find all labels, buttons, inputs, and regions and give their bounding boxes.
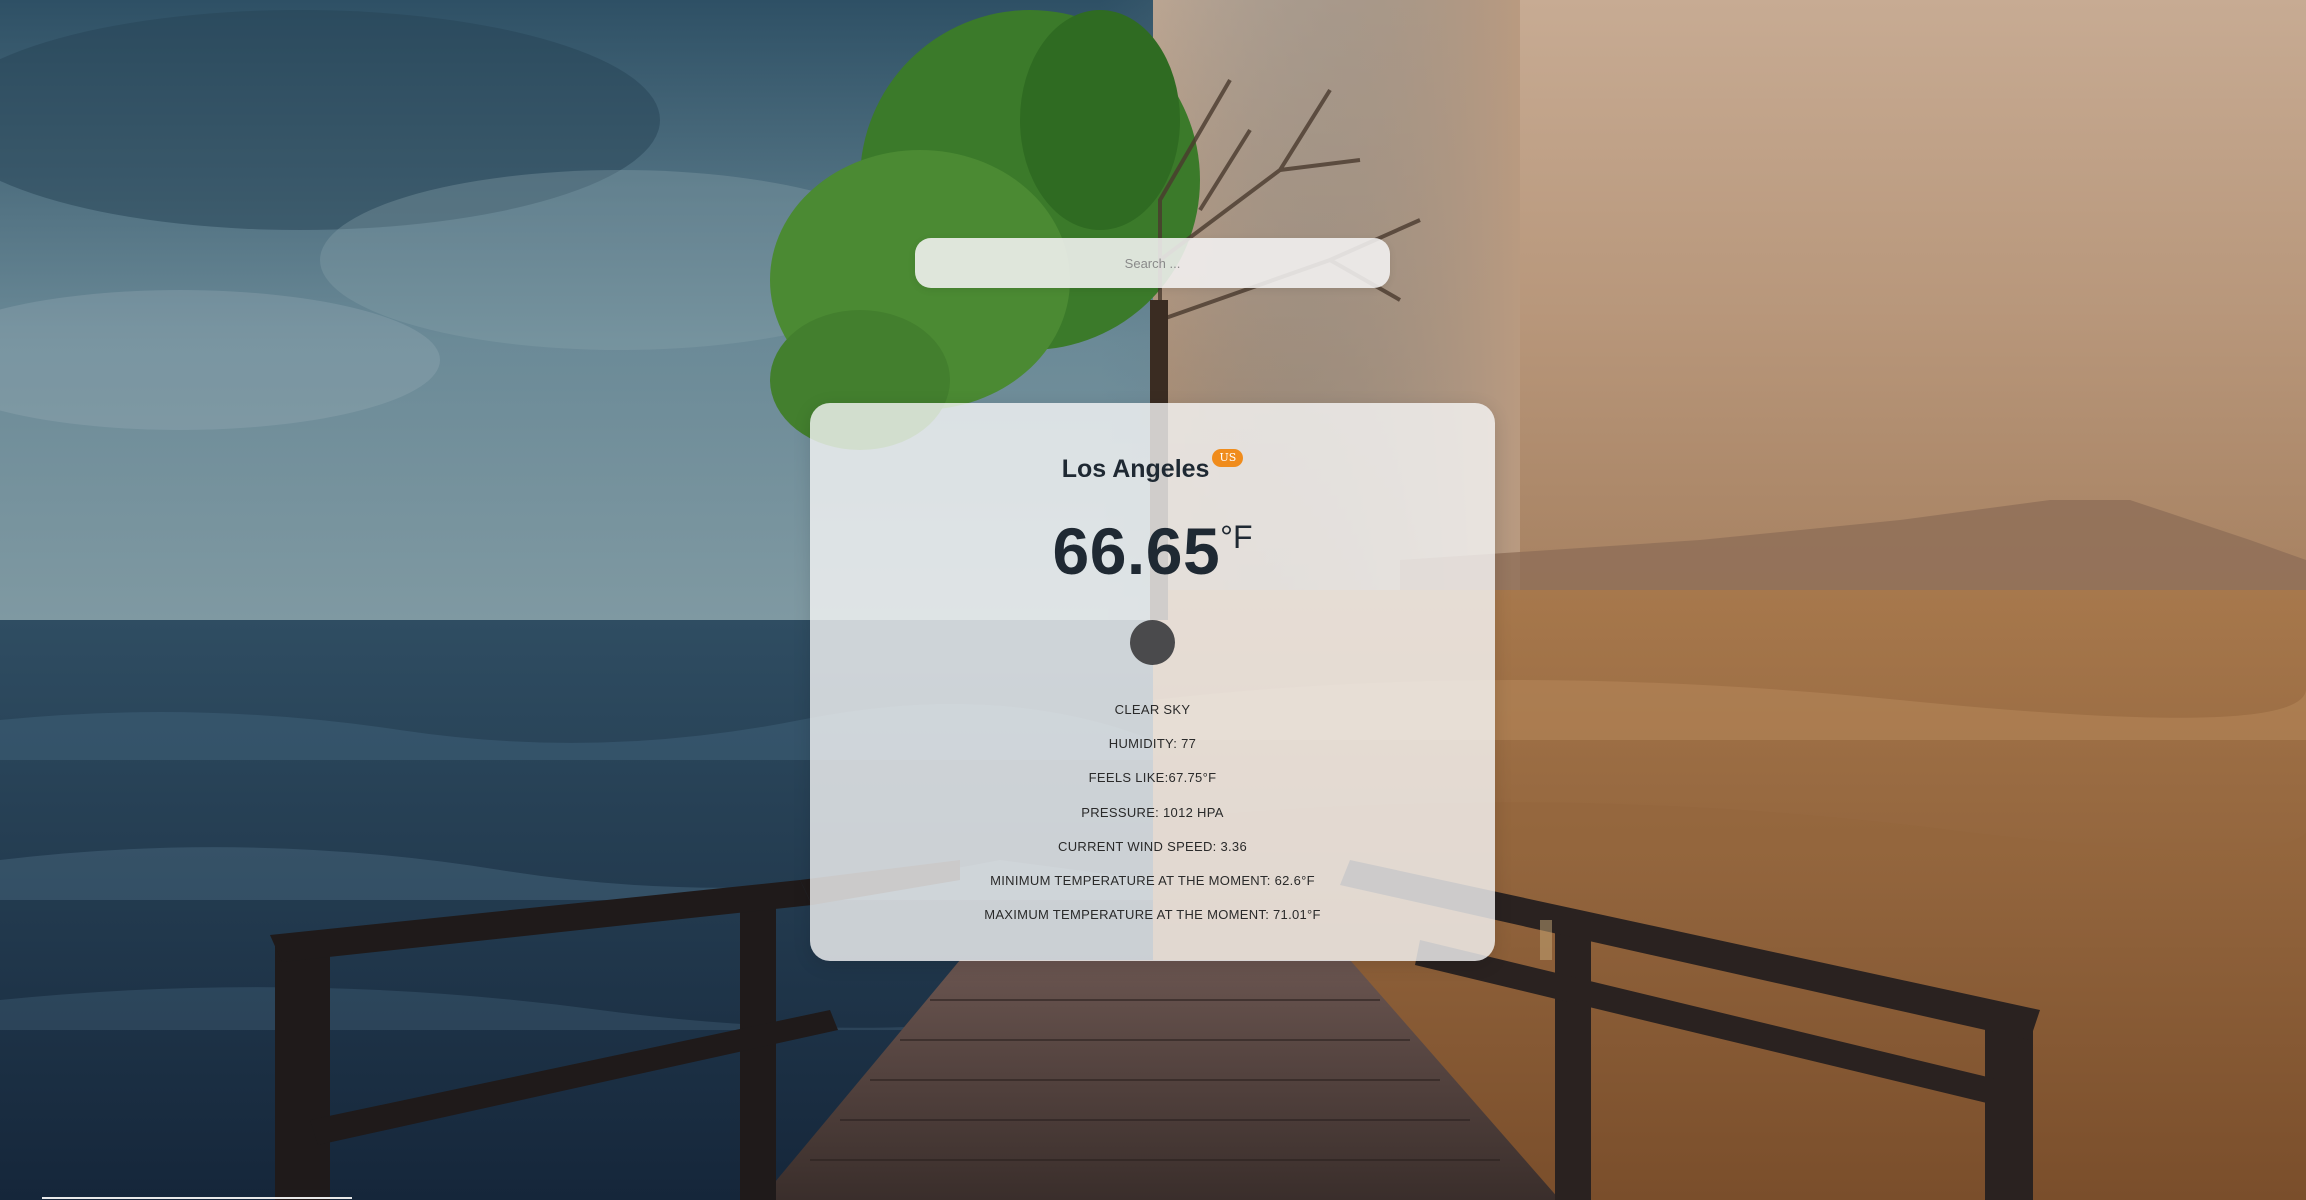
search-input[interactable] [915, 238, 1390, 288]
weather-details-list: CLEAR SKY HUMIDITY: 77 FEELS LIKE:67.75°… [810, 693, 1495, 932]
pressure-value: PRESSURE: 1012 HPA [1081, 804, 1224, 820]
temperature-display: 66.65°F [810, 513, 1495, 589]
weather-card: Los Angeles US 66.65°F CLEAR SKY HUMIDITY… [810, 403, 1495, 961]
city-name: Los Angeles [1061, 455, 1210, 483]
bottom-divider [42, 1197, 352, 1199]
humidity-value: HUMIDITY: 77 [1108, 736, 1197, 752]
min-temperature-value: MINIMUM TEMPERATURE AT THE MOMENT: 62.6°… [990, 872, 1315, 888]
feels-like-value: FEELS LIKE:67.75°F [1088, 770, 1217, 786]
location-header: Los Angeles US [810, 449, 1495, 484]
search-bar [915, 238, 1390, 288]
temperature-unit: °F [1220, 519, 1253, 555]
max-temperature-value: MAXIMUM TEMPERATURE AT THE MOMENT: 71.01… [984, 907, 1321, 923]
weather-condition-icon [1130, 620, 1175, 665]
country-badge: US [1212, 449, 1244, 467]
temperature-value: 66.65 [1052, 514, 1221, 588]
wind-speed-value: CURRENT WIND SPEED: 3.36 [1058, 838, 1247, 854]
weather-description: CLEAR SKY [1114, 702, 1191, 717]
